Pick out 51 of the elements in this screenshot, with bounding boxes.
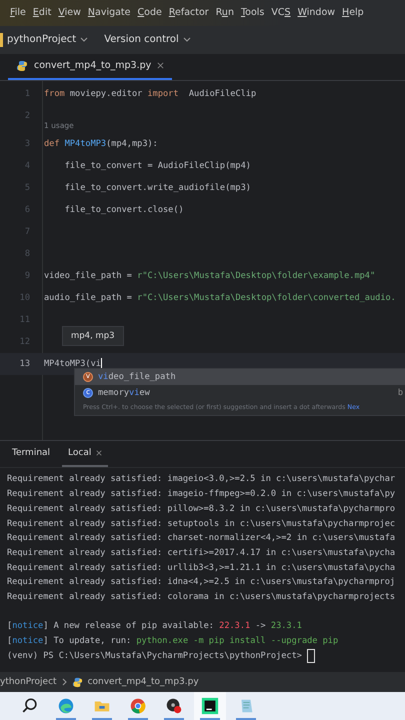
terminal-cursor — [307, 648, 316, 663]
terminal-tab[interactable]: Local — [62, 441, 108, 468]
version-control-dropdown[interactable]: Version control — [102, 32, 193, 48]
browser-icon[interactable] — [57, 697, 75, 715]
app-icon[interactable] — [201, 697, 219, 715]
terminal-line: Requirement already satisfied: urllib3<3,>=1.21.1 in c:\users\mustafa\pycha — [7, 562, 396, 573]
menu-item[interactable]: Help — [342, 7, 364, 18]
search-icon[interactable] — [21, 697, 39, 715]
terminal-line: Requirement already satisfied: certifi>=2017.4.17 in c:\users\mustafa\pycha — [7, 548, 396, 558]
chevron-icon — [80, 37, 88, 42]
terminal-line: Requirement already satisfied: idna<4,>=2.5 in c:\users\mustafa\pycharmproj — [7, 577, 396, 588]
menu-item[interactable]: Edit — [32, 7, 52, 18]
menu-item[interactable]: VCS — [271, 7, 291, 18]
project-dropdown[interactable]: pythonProject — [5, 32, 90, 48]
chevron-icon — [182, 37, 191, 42]
close-icon — [157, 62, 164, 70]
code-line: audio_file_path = r"C:\Users\Mustafa\Desktop\folder\converted_audio. — [44, 292, 396, 303]
menu-item[interactable]: Navigate — [88, 7, 131, 18]
parameter-hint: mp4, mp3 — [62, 326, 124, 346]
terminal-line: Requirement already satisfied: imageio<3.0,>=2.5 in c:\users\mustafa\pychar — [7, 474, 396, 484]
terminal-line: Requirement already satisfied: colorama in c:\users\mustafa\pycharmprojects — [7, 592, 396, 602]
menu-item[interactable]: Refactor — [168, 7, 209, 18]
menu-item[interactable]: Window — [298, 7, 336, 18]
record-icon[interactable] — [165, 697, 183, 715]
code-line: file_to_convert.close() — [64, 204, 184, 215]
terminal-line: Requirement already satisfied: imageio-ffmpeg>=0.2.0 in c:\users\mustafa\py — [7, 489, 396, 500]
breadcrumb-item[interactable]: ythonProject — [0, 677, 57, 688]
line-number: 13 — [18, 358, 31, 369]
python-file-icon — [72, 676, 83, 688]
breadcrumb-item[interactable]: convert_mp4_to_mp3.py — [88, 677, 199, 688]
terminal-line: Requirement already satisfied: pillow>=8.3.2 in c:\users\mustafa\pycharmpro — [7, 504, 396, 514]
code-line: def MP4toMP3(mp4,mp3): — [44, 138, 158, 149]
menu-item[interactable]: View — [58, 7, 81, 18]
menu-item[interactable]: Run — [216, 7, 234, 18]
menu-item[interactable]: Code — [138, 7, 162, 18]
menu-item[interactable]: File — [10, 7, 26, 18]
code-line: file_to_convert = AudioFileClip(mp4) — [64, 160, 251, 171]
terminal-line: (venv) PS C:\Users\Mustafa\PycharmProjects\pythonProject> — [7, 650, 303, 661]
terminal-line: [notice] A new release of pip available: 22.3.1 -> 23.3.1 — [7, 621, 302, 632]
browser-icon[interactable] — [129, 697, 147, 715]
python-file-icon — [16, 60, 28, 72]
code-line: MP4toMP3(vi — [44, 358, 101, 369]
code-line: from moviepy.editor import AudioFileClip — [44, 88, 256, 99]
terminal-line: Requirement already satisfied: charset-normalizer<4,>=2 in c:\users\mustafa — [7, 533, 396, 544]
menu-item[interactable]: Tools — [240, 7, 264, 18]
code-line: video_file_path = r"C:\Users\Mustafa\Desktop\folder\example.mp4" — [44, 270, 376, 281]
chevron-right-icon — [62, 678, 67, 686]
terminal-tab[interactable]: Terminal — [6, 441, 56, 468]
terminal-line: [notice] To update, run: python.exe -m pip install --upgrade pip — [7, 636, 338, 646]
terminal-line: Requirement already satisfied: setuptools in c:\users\mustafa\pycharmprojec — [7, 518, 396, 528]
code-line: file_to_convert.write_audiofile(mp3) — [64, 182, 251, 193]
